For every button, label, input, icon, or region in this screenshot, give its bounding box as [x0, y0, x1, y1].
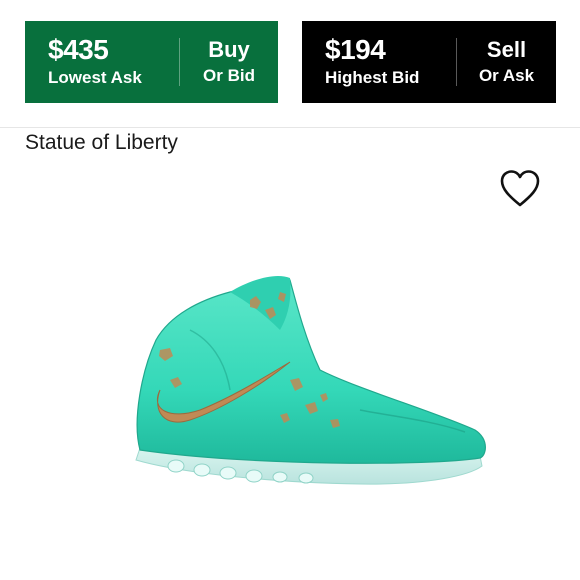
or-bid-label: Or Bid — [203, 66, 255, 85]
buy-cta: Buy Or Bid — [180, 37, 278, 87]
sneaker-image — [135, 275, 486, 485]
sneaker-upper — [136, 279, 486, 464]
highest-bid-label: Highest Bid — [325, 68, 420, 87]
lowest-ask-block: $435 Lowest Ask — [25, 35, 179, 89]
product-title: Statue of Liberty — [25, 131, 178, 154]
buy-label: Buy — [208, 37, 250, 62]
heart-outline-icon[interactable] — [500, 170, 540, 208]
highest-bid-price: $194 — [325, 34, 386, 65]
product-page: $435 Lowest Ask Buy Or Bid $194 Highest … — [0, 0, 580, 580]
header-separator — [0, 127, 580, 128]
buy-button[interactable]: $435 Lowest Ask Buy Or Bid — [25, 21, 278, 103]
lowest-ask-label: Lowest Ask — [48, 68, 142, 87]
sell-label: Sell — [486, 37, 527, 62]
or-ask-label: Or Ask — [478, 66, 535, 85]
sell-button[interactable]: $194 Highest Bid Sell Or Ask — [302, 21, 556, 103]
highest-bid-block: $194 Highest Bid — [302, 35, 456, 89]
lowest-ask-price: $435 — [48, 34, 109, 65]
sell-cta: Sell Or Ask — [457, 37, 556, 87]
